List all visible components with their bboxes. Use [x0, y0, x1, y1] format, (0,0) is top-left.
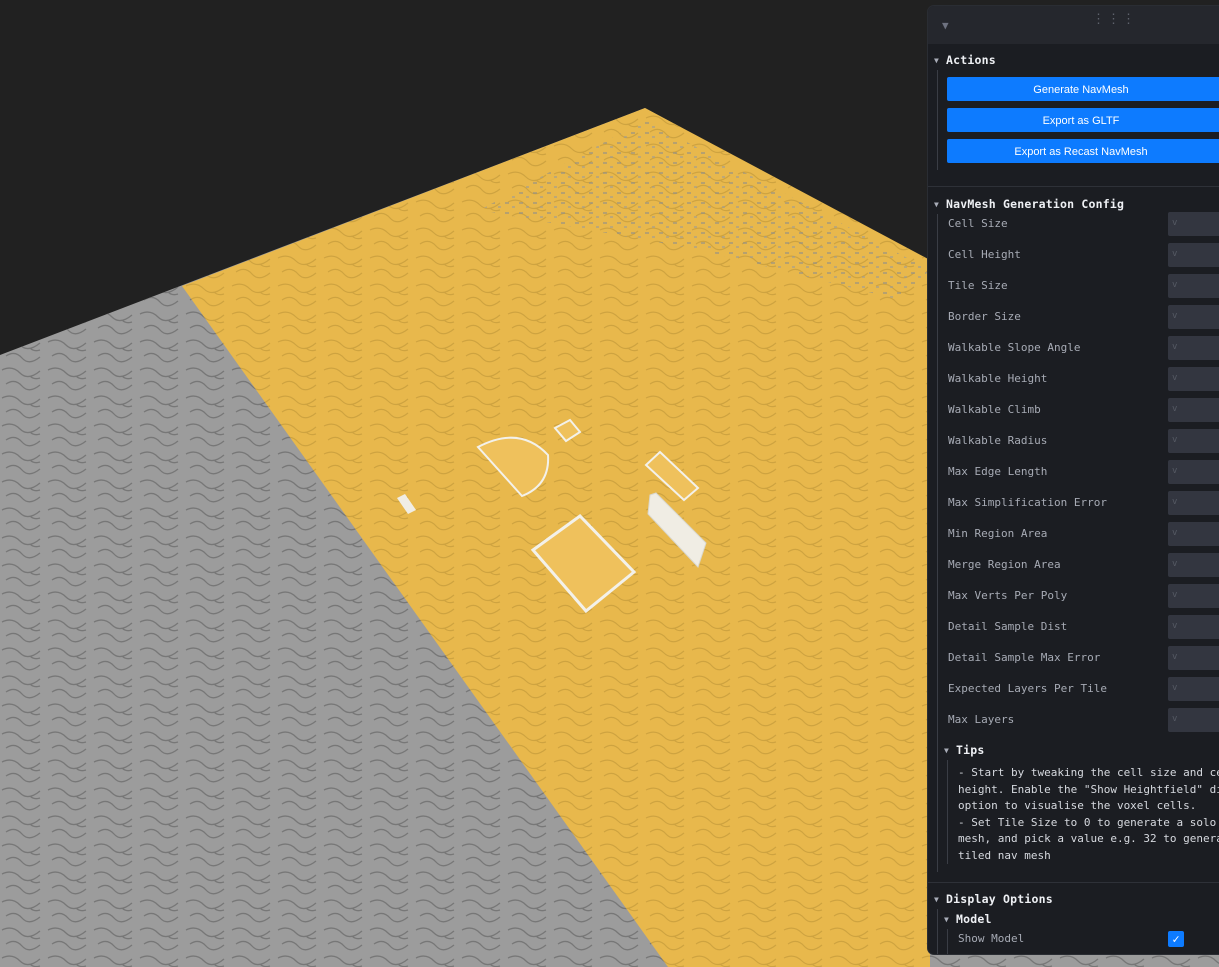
panel-titlebar[interactable]: ▼ ⋮⋮⋮	[928, 6, 1219, 44]
config-field-label: Max Verts Per Poly	[948, 589, 1068, 602]
config-field-label: Max Layers	[948, 713, 1015, 726]
config-row: Cell Height v	[948, 241, 1219, 269]
settings-panel: ▼ ⋮⋮⋮ ▼ Actions Generate NavMesh Export …	[928, 6, 1219, 954]
export-recast-navmesh-button[interactable]: Export as Recast NavMesh	[947, 139, 1219, 163]
folder-guide-line	[947, 929, 948, 954]
folder-display-title: Display Options	[946, 892, 1053, 906]
show-model-checkbox[interactable]: ✓	[1168, 931, 1184, 947]
folder-actions-header[interactable]: ▼ Actions	[934, 52, 996, 68]
config-field-label: Merge Region Area	[948, 558, 1061, 571]
config-field-label: Walkable Height	[948, 372, 1048, 385]
config-row: Detail Sample Max Error v	[948, 644, 1219, 672]
config-field-input[interactable]: v	[1168, 336, 1219, 360]
config-field-input[interactable]: v	[1168, 522, 1219, 546]
show-model-row: Show Model ✓	[958, 925, 1219, 953]
config-field-input[interactable]: v	[1168, 398, 1219, 422]
config-row: Max Simplification Error v	[948, 489, 1219, 517]
folder-guide-line	[937, 214, 938, 872]
config-row: Max Verts Per Poly v	[948, 582, 1219, 610]
config-field-label: Tile Size	[948, 279, 1008, 292]
config-field-input[interactable]: v	[1168, 460, 1219, 484]
drag-handle-icon[interactable]: ⋮⋮⋮	[1092, 13, 1137, 26]
config-field-placeholder: v	[1172, 528, 1178, 538]
config-field-placeholder: v	[1172, 373, 1178, 383]
config-row: Min Region Area v	[948, 520, 1219, 548]
folder-guide-line	[937, 909, 938, 954]
folder-guide-line	[937, 70, 938, 170]
config-row: Walkable Radius v	[948, 427, 1219, 455]
config-field-label: Max Edge Length	[948, 465, 1048, 478]
config-field-placeholder: v	[1172, 590, 1178, 600]
config-field-placeholder: v	[1172, 652, 1178, 662]
config-field-input[interactable]: v	[1168, 615, 1219, 639]
chevron-down-icon[interactable]: ▼	[942, 19, 949, 32]
config-field-placeholder: v	[1172, 342, 1178, 352]
config-field-label: Detail Sample Max Error	[948, 651, 1101, 664]
config-field-input[interactable]: v	[1168, 646, 1219, 670]
config-row: Max Edge Length v	[948, 458, 1219, 486]
config-field-placeholder: v	[1172, 683, 1178, 693]
config-field-input[interactable]: v	[1168, 553, 1219, 577]
folder-tips-header[interactable]: ▼ Tips	[944, 742, 985, 758]
chevron-down-icon: ▼	[934, 55, 939, 65]
config-row: Expected Layers Per Tile v	[948, 675, 1219, 703]
config-row: Cell Size v	[948, 210, 1219, 238]
chevron-down-icon: ▼	[944, 914, 949, 924]
config-field-input[interactable]: v	[1168, 677, 1219, 701]
config-field-placeholder: v	[1172, 404, 1178, 414]
config-field-placeholder: v	[1172, 714, 1178, 724]
config-field-input[interactable]: v	[1168, 212, 1219, 236]
config-row: Tile Size v	[948, 272, 1219, 300]
config-field-input[interactable]: v	[1168, 491, 1219, 515]
folder-tips-title: Tips	[956, 743, 985, 757]
config-field-input[interactable]: v	[1168, 367, 1219, 391]
config-field-label: Max Simplification Error	[948, 496, 1107, 509]
config-field-input[interactable]: v	[1168, 708, 1219, 732]
config-field-label: Cell Size	[948, 217, 1008, 230]
config-row: Walkable Climb v	[948, 396, 1219, 424]
chevron-down-icon: ▼	[934, 199, 939, 209]
config-field-label: Walkable Slope Angle	[948, 341, 1081, 354]
config-field-placeholder: v	[1172, 218, 1178, 228]
config-field-label: Expected Layers Per Tile	[948, 682, 1107, 695]
divider	[928, 186, 1219, 187]
chevron-down-icon: ▼	[934, 894, 939, 904]
config-field-placeholder: v	[1172, 311, 1178, 321]
config-row: Walkable Slope Angle v	[948, 334, 1219, 362]
config-row: Merge Region Area v	[948, 551, 1219, 579]
config-field-label: Detail Sample Dist	[948, 620, 1068, 633]
config-field-label: Border Size	[948, 310, 1021, 323]
folder-config-title: NavMesh Generation Config	[946, 197, 1125, 211]
config-field-label: Min Region Area	[948, 527, 1048, 540]
folder-display-header[interactable]: ▼ Display Options	[934, 891, 1053, 907]
show-model-label: Show Model	[958, 932, 1025, 945]
config-field-input[interactable]: v	[1168, 243, 1219, 267]
config-field-placeholder: v	[1172, 249, 1178, 259]
config-field-placeholder: v	[1172, 559, 1178, 569]
generate-navmesh-button[interactable]: Generate NavMesh	[947, 77, 1219, 101]
divider	[928, 882, 1219, 883]
config-row: Max Layers v	[948, 706, 1219, 734]
config-field-input[interactable]: v	[1168, 274, 1219, 298]
config-field-input[interactable]: v	[1168, 429, 1219, 453]
config-field-input[interactable]: v	[1168, 305, 1219, 329]
config-field-label: Walkable Radius	[948, 434, 1048, 447]
tips-text: - Start by tweaking the cell size and ce…	[958, 766, 1219, 862]
config-row: Detail Sample Dist v	[948, 613, 1219, 641]
folder-guide-line	[947, 760, 948, 864]
export-gltf-button[interactable]: Export as GLTF	[947, 108, 1219, 132]
config-field-placeholder: v	[1172, 435, 1178, 445]
config-field-placeholder: v	[1172, 280, 1178, 290]
config-field-label: Cell Height	[948, 248, 1021, 261]
config-field-placeholder: v	[1172, 621, 1178, 631]
config-row: Border Size v	[948, 303, 1219, 331]
config-field-input[interactable]: v	[1168, 584, 1219, 608]
chevron-down-icon: ▼	[944, 745, 949, 755]
config-row: Walkable Height v	[948, 365, 1219, 393]
config-field-placeholder: v	[1172, 497, 1178, 507]
folder-actions-title: Actions	[946, 53, 996, 67]
config-field-placeholder: v	[1172, 466, 1178, 476]
config-field-label: Walkable Climb	[948, 403, 1041, 416]
folder-model-title: Model	[956, 912, 992, 926]
